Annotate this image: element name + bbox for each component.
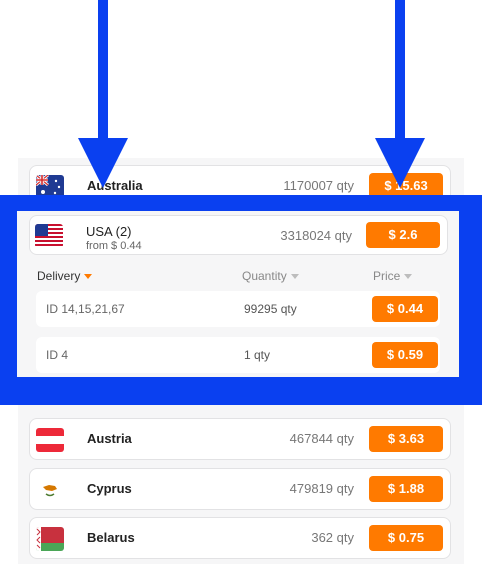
buy-price-button[interactable]: $ 0.75 <box>369 525 443 551</box>
price-label: Price <box>373 269 401 283</box>
country-row-cyprus[interactable]: Cyprus 479819 qty $ 1.88 <box>29 468 451 510</box>
country-name: Austria <box>87 431 132 446</box>
option-qty: 1 qty <box>244 348 271 362</box>
delivery-id: ID 4 <box>46 348 69 362</box>
option-price-button[interactable]: $ 0.59 <box>372 342 438 368</box>
country-row-austria[interactable]: Austria 467844 qty $ 3.63 <box>29 418 451 460</box>
from-price: from $ 0.44 <box>86 240 142 252</box>
country-row-usa[interactable]: USA (2) from $ 0.44 3318024 qty $ 2.6 <box>29 215 448 255</box>
usa-expanded-panel: USA (2) from $ 0.44 3318024 qty $ 2.6 De… <box>17 211 459 377</box>
country-qty: 3318024 qty <box>280 228 352 243</box>
price-sort-header[interactable]: Price <box>373 269 413 283</box>
sort-down-icon <box>404 274 413 280</box>
buy-price-button[interactable]: $ 3.63 <box>369 426 443 452</box>
flag-belarus-icon <box>36 527 64 551</box>
flag-austria-icon <box>36 428 64 452</box>
country-qty: 362 qty <box>311 530 354 545</box>
country-name: Belarus <box>87 530 135 545</box>
buy-price-button[interactable]: $ 1.88 <box>369 476 443 502</box>
quantity-sort-header[interactable]: Quantity <box>242 269 299 283</box>
sort-down-icon <box>290 274 299 280</box>
country-row-belarus[interactable]: Belarus 362 qty $ 0.75 <box>29 517 451 559</box>
buy-price-button[interactable]: $ 2.6 <box>366 222 440 248</box>
delivery-option-row[interactable]: ID 4 1 qty $ 0.59 <box>36 337 440 373</box>
country-qty: 1170007 qty <box>283 178 354 193</box>
country-name: USA (2) <box>86 224 132 239</box>
option-price-button[interactable]: $ 0.44 <box>372 296 438 322</box>
flag-usa-icon <box>35 224 63 248</box>
delivery-label: Delivery <box>37 269 81 283</box>
arrow-down-icon <box>375 0 425 188</box>
delivery-id: ID 14,15,21,67 <box>46 302 125 316</box>
arrow-down-icon <box>78 0 128 188</box>
flag-cyprus-icon <box>36 478 64 502</box>
country-qty: 479819 qty <box>289 481 354 496</box>
highlight-box: USA (2) from $ 0.44 3318024 qty $ 2.6 De… <box>0 195 482 405</box>
country-qty: 467844 qty <box>289 431 354 446</box>
sort-down-icon <box>84 274 93 280</box>
quantity-label: Quantity <box>242 269 287 283</box>
country-name: Cyprus <box>87 481 132 496</box>
delivery-option-row[interactable]: ID 14,15,21,67 99295 qty $ 0.44 <box>36 291 440 327</box>
option-qty: 99295 qty <box>244 302 297 316</box>
delivery-sort-header[interactable]: Delivery <box>37 269 93 283</box>
